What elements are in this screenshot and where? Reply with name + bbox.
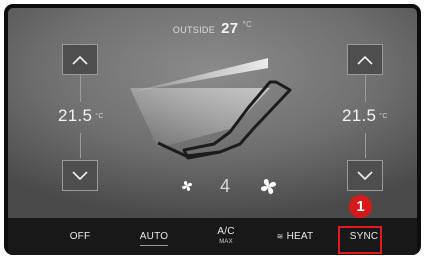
heat-button[interactable]: ≋ HEAT [266, 218, 324, 255]
fan-speed-control: 4 [176, 176, 286, 200]
fan-high-icon[interactable] [258, 176, 279, 197]
lower-airflow-beam [130, 88, 270, 148]
seat-heat-icon: ≋ [276, 232, 284, 241]
upper-airflow-beam [126, 58, 268, 93]
auto-label: AUTO [139, 231, 169, 246]
heat-label: HEAT [286, 231, 314, 242]
off-button[interactable]: OFF [60, 218, 100, 255]
auto-button[interactable]: AUTO [132, 218, 176, 255]
ac-label: A/C [217, 225, 235, 237]
ac-max-button[interactable]: A/C MAX [206, 218, 246, 255]
climate-display: OUTSIDE 27 °C 21.5 °C 21.5 °C 4 [8, 8, 417, 218]
callout-badge: 1 [349, 195, 372, 218]
ac-max-label: MAX [219, 238, 233, 245]
ac-label-group: A/C MAX [217, 225, 235, 247]
off-label: OFF [69, 231, 91, 242]
sync-highlight-box [338, 226, 382, 254]
fan-low-icon[interactable] [180, 179, 194, 193]
fan-level-value: 4 [220, 176, 231, 196]
